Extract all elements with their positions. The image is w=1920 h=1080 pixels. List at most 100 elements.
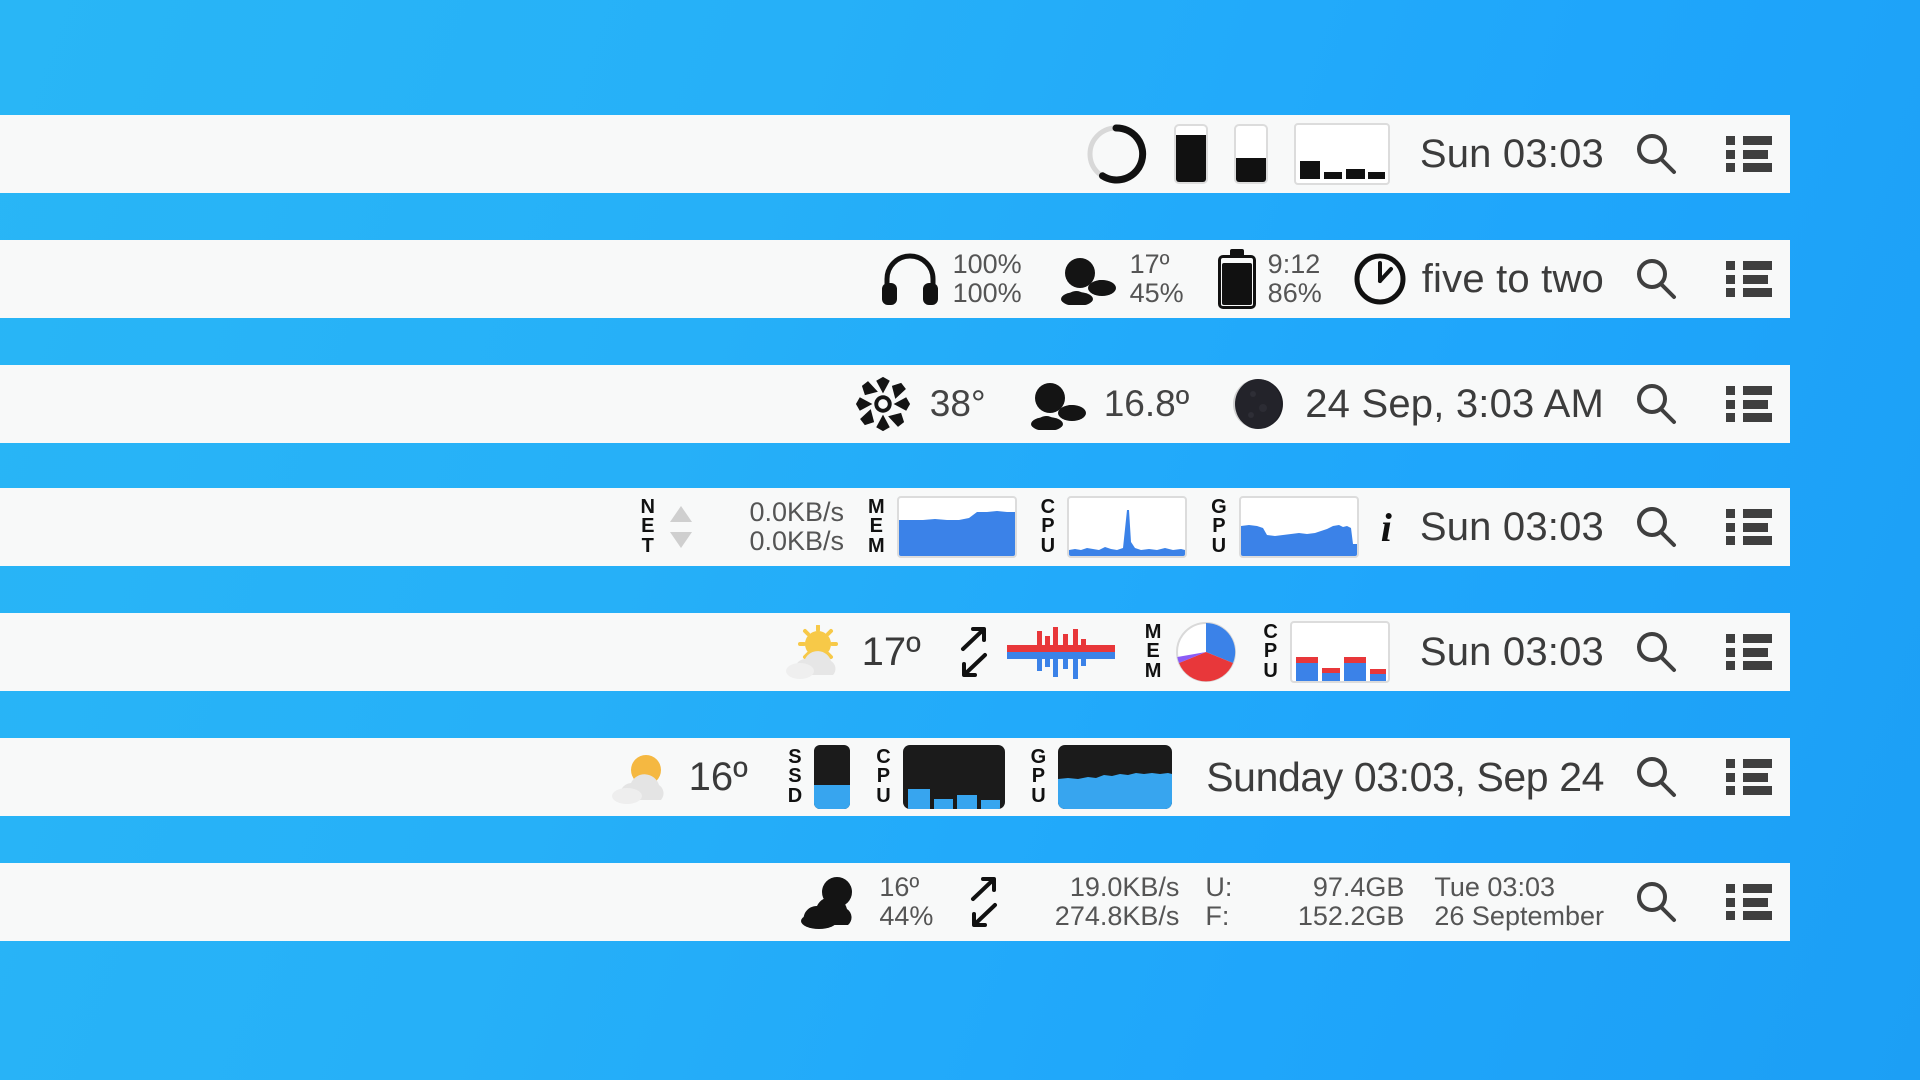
network-waveform-icon[interactable] [1006,625,1115,679]
net-arrows [669,504,693,550]
net-label: NET [640,495,655,557]
search-icon[interactable] [1632,255,1680,303]
ssd-widget[interactable]: SSD [787,745,851,809]
arrow-up-icon [670,505,692,522]
moon-phase-icon [1229,375,1287,433]
net-upload-rate: 19.0KB/s [1069,872,1180,903]
clock-label[interactable]: Sunday 03:03, Sep 24 [1206,754,1604,801]
menu-list-icon[interactable] [1726,261,1772,297]
network-updown-arrows-icon [967,875,1001,929]
search-icon[interactable] [1632,753,1680,801]
menu-list-icon[interactable] [1726,509,1772,545]
menu-list-icon[interactable] [1726,759,1772,795]
memory-widget[interactable]: MEM [1145,621,1238,683]
weather-temperature: 16º [879,872,920,903]
info-italic-icon[interactable]: i [1381,504,1392,551]
memory-area-graph-icon[interactable] [896,496,1017,558]
taskbar-variant-1: Sun 03:03 [0,115,1790,193]
bar3-system-icons [1632,380,1772,428]
cpu-widget[interactable]: CPU [876,745,1005,809]
cpu-label: CPU [1263,620,1278,682]
bar7-widgets: 16º 44% 19.0KB/s 274.8KB/s U: F: 97.4GB … [797,873,1604,931]
net-download-rate: 274.8KB/s [1054,901,1180,931]
menu-list-icon[interactable] [1726,634,1772,670]
search-icon[interactable] [1632,878,1680,926]
clock-label[interactable]: five to two [1422,257,1604,302]
taskbar-variant-2: 100% 100% 17º 45% 9:12 86% five to two [0,240,1790,318]
weather-widget[interactable]: 16º [609,750,748,804]
cpu-bar-graph-icon[interactable] [1289,621,1390,683]
fan-icon [854,375,912,433]
clock-label[interactable]: 24 Sep, 3:03 AM [1305,382,1604,427]
network-widget[interactable] [957,625,1115,679]
menu-list-icon[interactable] [1726,136,1772,172]
clock-label[interactable]: Sun 03:03 [1420,630,1604,675]
disk-usage-ring-widget[interactable] [1084,122,1148,186]
network-widget[interactable]: NET 0.0KB/s 0.0KB/s [640,495,844,557]
headphones-icon [879,251,941,307]
disk-labels: U: F: [1205,873,1232,931]
battery-percent: 86% [1267,278,1322,308]
clock-label[interactable]: Sun 03:03 [1420,505,1604,550]
battery-values: 9:12 86% [1268,250,1322,308]
taskbar-variant-4: NET 0.0KB/s 0.0KB/s MEM C P U G P U i Su… [0,488,1790,566]
memory-level-icon[interactable] [1173,124,1208,184]
search-icon[interactable] [1632,503,1680,551]
moon-phase-widget[interactable]: 24 Sep, 3:03 AM [1229,375,1604,433]
fuzzy-clock-widget[interactable]: five to two [1352,251,1604,307]
swap-level-icon[interactable] [1233,124,1268,184]
weather-temperature: 17º [861,629,921,674]
taskbar-variant-6: 16º SSD CPU G P U Sunday 03:03, Sep 24 [0,738,1790,816]
cpu-area-graph-icon[interactable] [1067,496,1188,558]
memory-widget[interactable]: MEM [868,496,1017,558]
cpu-bar-graph-icon[interactable] [902,745,1005,809]
weather-temperature: 16.8º [1103,383,1190,424]
network-widget[interactable]: 19.0KB/s 274.8KB/s [967,873,1179,931]
ssd-label: SSD [787,745,803,807]
disk-usage-widget[interactable]: U: F: 97.4GB 152.2GB [1205,873,1404,931]
gpu-widget[interactable]: GPU [1031,745,1173,809]
weather-widget[interactable]: 16º 44% [797,873,933,931]
gpu-area-graph-icon[interactable] [1058,745,1173,809]
headphones-level-right: 100% [952,278,1022,308]
fan-widget[interactable]: 38° [854,375,986,433]
bar5-widgets: 17º M E M C P U Sun 03:03 [782,621,1604,683]
clock-date: 26 September [1434,901,1604,931]
cloudy-sun-icon [1056,253,1118,305]
weather-values: 16º 44% [879,873,933,931]
battery-icon [1217,249,1256,309]
fan-temperature: 38° [929,383,986,424]
gpu-widget[interactable]: GPU [1211,496,1359,558]
clock-label[interactable]: Tue 03:03 26 September [1434,873,1604,931]
headphones-values: 100% 100% [953,250,1022,308]
bar1-widgets: Sun 03:03 [1084,122,1604,186]
memory-pie-chart-icon[interactable] [1175,621,1237,683]
cpu-bar-graph-icon[interactable] [1293,123,1390,185]
menu-list-icon[interactable] [1726,386,1772,422]
bar5-system-icons [1632,628,1772,676]
bar2-widgets: 100% 100% 17º 45% 9:12 86% five to two [879,249,1604,309]
search-icon[interactable] [1632,628,1680,676]
clock-time: Tue 03:03 [1434,872,1555,903]
weather-widget[interactable]: 16.8º [1026,378,1190,430]
cpu-label: CPU [876,745,891,807]
menu-list-icon[interactable] [1726,884,1772,920]
search-icon[interactable] [1632,130,1680,178]
battery-widget[interactable]: 9:12 86% [1217,249,1322,309]
weather-humidity: 44% [879,901,934,931]
clock-label[interactable]: Sun 03:03 [1420,132,1604,177]
cpu-widget[interactable]: CPU [1041,496,1188,558]
search-icon[interactable] [1632,380,1680,428]
net-values: 19.0KB/s 274.8KB/s [1019,872,1180,931]
weather-widget[interactable]: 17º [782,625,921,679]
disk-values: 97.4GB 152.2GB [1254,873,1405,931]
ssd-level-icon[interactable] [814,745,851,809]
taskbar-variant-5: 17º M E M C P U Sun 03:03 [0,613,1790,691]
cpu-widget[interactable]: CPU [1263,620,1390,683]
headphones-widget[interactable]: 100% 100% [879,250,1022,308]
battery-time-remaining: 9:12 [1267,249,1321,280]
bar6-widgets: 16º SSD CPU G P U Sunday 03:03, Sep 24 [609,745,1604,809]
weather-widget[interactable]: 17º 45% [1056,250,1184,308]
gpu-area-graph-icon[interactable] [1238,496,1359,558]
bar6-system-icons [1632,753,1772,801]
